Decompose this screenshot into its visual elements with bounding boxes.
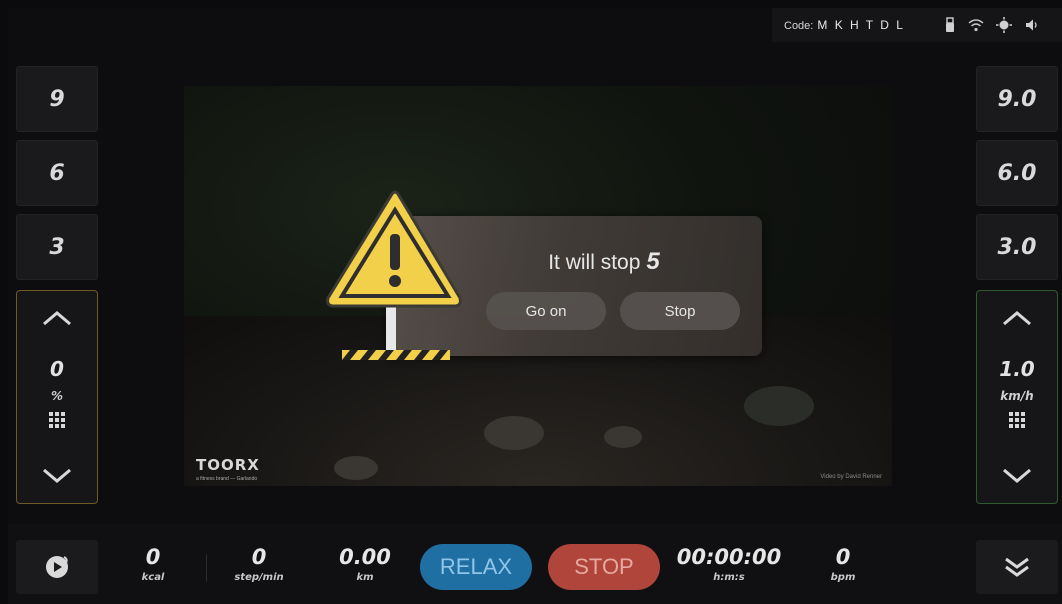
speed-preset-6[interactable]: 6.0 xyxy=(976,140,1058,206)
wifi-icon xyxy=(968,19,984,32)
incline-keypad-icon[interactable] xyxy=(48,411,66,429)
speed-preset-9[interactable]: 9.0 xyxy=(976,66,1058,132)
time-unit: h:m:s xyxy=(713,572,745,583)
metric-calories: 0 kcal xyxy=(108,546,198,583)
incline-preset-3[interactable]: 3 xyxy=(16,214,98,280)
treadmill-screen: Code: M K H T D L 9 6 3 0 % 9.0 6.0 3.0 … xyxy=(8,8,1062,604)
stop-button[interactable]: Stop xyxy=(620,292,740,330)
speed-keypad-icon[interactable] xyxy=(1008,411,1026,429)
heart-rate-unit: bpm xyxy=(830,572,856,583)
double-chevron-down-icon xyxy=(1005,557,1029,577)
speed-preset-label: 9.0 xyxy=(997,86,1037,112)
incline-unit: % xyxy=(50,389,64,403)
countdown-value: 5 xyxy=(646,248,660,275)
relax-button[interactable]: RELAX xyxy=(420,544,532,590)
music-icon xyxy=(46,556,68,578)
speed-preset-3[interactable]: 3.0 xyxy=(976,214,1058,280)
warning-sign-icon xyxy=(326,190,462,360)
steps-unit: step/min xyxy=(234,572,284,583)
collapse-panel-button[interactable] xyxy=(976,540,1058,594)
code-value: M K H T D L xyxy=(817,18,905,32)
metric-heart-rate: 0 bpm xyxy=(798,546,888,583)
time-value: 00:00:00 xyxy=(676,545,782,569)
distance-value: 0.00 xyxy=(339,545,391,569)
heart-rate-value: 0 xyxy=(835,545,851,569)
go-on-button[interactable]: Go on xyxy=(486,292,606,330)
steps-value: 0 xyxy=(251,545,267,569)
video-credit: Video by David Renner xyxy=(820,474,882,480)
brightness-icon xyxy=(996,17,1012,33)
usb-icon xyxy=(946,17,954,32)
incline-preset-label: 6 xyxy=(49,160,65,186)
video-rock xyxy=(744,386,814,426)
incline-down-icon[interactable] xyxy=(42,467,72,485)
speed-control: 1.0 km/h xyxy=(976,290,1058,504)
speed-up-icon[interactable] xyxy=(1002,309,1032,327)
metric-distance: 0.00 km xyxy=(320,546,410,583)
music-button[interactable] xyxy=(16,540,98,594)
video-rock xyxy=(484,416,544,450)
incline-preset-9[interactable]: 9 xyxy=(16,66,98,132)
video-rock xyxy=(604,426,642,448)
distance-unit: km xyxy=(356,572,374,583)
volume-icon xyxy=(1026,19,1037,31)
video-rock xyxy=(334,456,378,480)
incline-preset-label: 3 xyxy=(49,234,65,260)
speed-unit: km/h xyxy=(1000,389,1034,403)
speed-value: 1.0 xyxy=(999,357,1035,381)
code-label: Code: xyxy=(784,20,814,32)
stop-workout-button[interactable]: STOP xyxy=(548,544,660,590)
metric-steps: 0 step/min xyxy=(214,546,304,583)
divider xyxy=(206,554,207,582)
calories-unit: kcal xyxy=(141,572,165,583)
status-bar: Code: M K H T D L xyxy=(772,8,1062,42)
incline-preset-label: 9 xyxy=(49,86,65,112)
speed-down-icon[interactable] xyxy=(1002,467,1032,485)
brand-subtitle: a fitness brand — Garlando xyxy=(196,476,258,482)
speed-preset-label: 6.0 xyxy=(997,160,1037,186)
incline-up-icon[interactable] xyxy=(42,309,72,327)
brand-logo: TOORX xyxy=(196,456,260,474)
calories-value: 0 xyxy=(145,545,161,569)
bottom-bar: 0 kcal 0 step/min 0.00 km RELAX STOP 00:… xyxy=(8,524,1062,604)
incline-control: 0 % xyxy=(16,290,98,504)
metric-time: 00:00:00 h:m:s xyxy=(672,546,786,583)
speed-preset-label: 3.0 xyxy=(997,234,1037,260)
incline-preset-6[interactable]: 6 xyxy=(16,140,98,206)
device-code: Code: M K H T D L xyxy=(784,18,905,32)
incline-value: 0 xyxy=(50,357,64,381)
dialog-message-text: It will stop xyxy=(548,251,641,274)
